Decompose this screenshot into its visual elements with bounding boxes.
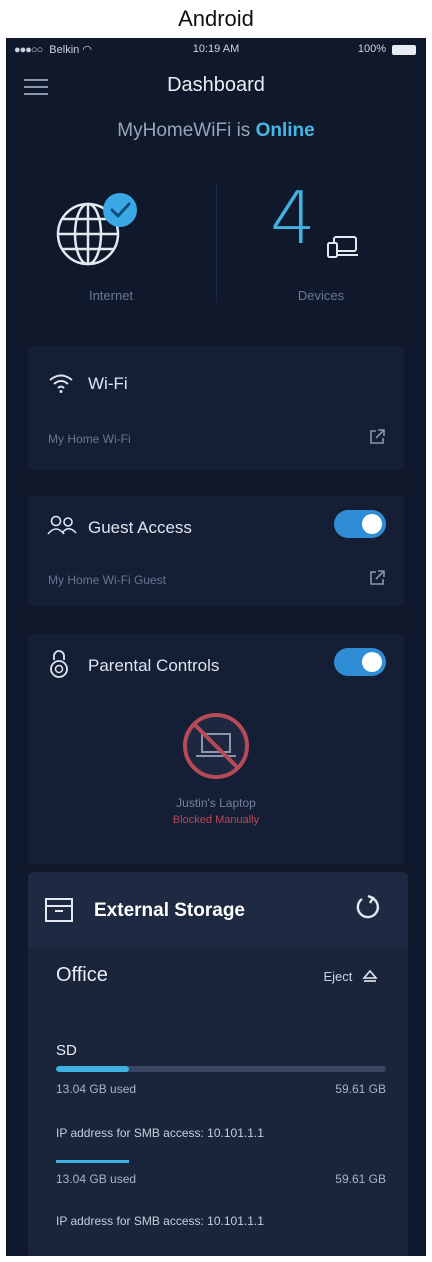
battery-percent: 100% <box>357 43 386 55</box>
blocked-laptop-icon[interactable] <box>176 706 256 786</box>
lock-icon <box>48 648 70 685</box>
refresh-icon[interactable] <box>354 894 380 925</box>
devices-count: 4 <box>270 176 316 260</box>
eject-icon <box>362 969 378 986</box>
summary-tiles: Internet Devices 4 <box>6 158 426 328</box>
guest-access-title: Guest Access <box>88 518 192 537</box>
wifi-card[interactable]: Wi-Fi My Home Wi-Fi <box>28 346 404 470</box>
storage-location: Office <box>56 964 108 986</box>
storage-title: External Storage <box>94 900 245 921</box>
online-status: Online <box>255 120 315 141</box>
drive-usage-bar <box>56 1066 386 1072</box>
drive-used-2: 13.04 GB used <box>56 1172 137 1186</box>
battery-icon <box>392 45 416 55</box>
network-name: MyHomeWiFi is <box>117 120 251 141</box>
drive-used: 13.04 GB used <box>56 1082 137 1096</box>
smb-ip-address: IP address for SMB access: 10.101.1.1 <box>56 1126 264 1140</box>
drive-usage-fill-2 <box>56 1160 129 1163</box>
drive-total-2: 59.61 GB <box>335 1172 386 1186</box>
devices-label: Devices <box>297 288 345 303</box>
platform-caption: Android <box>178 6 254 31</box>
toggle-knob <box>362 652 382 672</box>
storage-box-icon <box>44 896 74 929</box>
wifi-icon <box>48 372 74 399</box>
drive-usage-fill <box>56 1066 129 1072</box>
page-title: Dashboard <box>167 74 265 96</box>
guest-access-toggle[interactable] <box>334 510 386 538</box>
guest-network-name: My Home Wi-Fi Guest <box>48 573 167 587</box>
guest-users-icon <box>46 514 78 543</box>
external-link-icon[interactable] <box>368 569 386 592</box>
devices-tile[interactable]: Devices <box>216 158 426 328</box>
blocked-device-state: Blocked Manually <box>172 814 260 826</box>
internet-label: Internet <box>88 288 134 303</box>
external-link-icon[interactable] <box>368 428 386 451</box>
devices-icon <box>326 234 360 265</box>
smb-ip-address-2: IP address for SMB access: 10.101.1.1 <box>56 1214 264 1228</box>
eject-button[interactable]: Eject <box>323 969 378 986</box>
wifi-network-name: My Home Wi-Fi <box>48 432 131 446</box>
nav-bar: Dashboard <box>6 62 426 112</box>
parental-controls-card[interactable]: Parental Controls Justin's Laptop Blocke… <box>28 634 404 864</box>
network-status: MyHomeWiFi is Online <box>6 120 426 142</box>
wifi-title: Wi-Fi <box>88 374 128 393</box>
eject-label: Eject <box>323 969 353 984</box>
parental-controls-title: Parental Controls <box>88 656 220 675</box>
parental-controls-toggle[interactable] <box>334 648 386 676</box>
status-bar: ●●●○○ Belkin ◠ 10:19 AM 100% <box>6 38 426 62</box>
blocked-device-name: Justin's Laptop <box>176 796 256 810</box>
globe-icon <box>50 190 142 272</box>
second-drive-entry: 13.04 GB used 59.61 GB IP address for SM… <box>28 1160 408 1256</box>
drive-total: 59.61 GB <box>335 1082 386 1096</box>
storage-header: External Storage <box>28 872 408 948</box>
internet-tile[interactable]: Internet <box>6 158 216 328</box>
toggle-knob <box>362 514 382 534</box>
phone-screen: ●●●○○ Belkin ◠ 10:19 AM 100% Dashboard M… <box>6 38 426 1256</box>
drive-name: SD <box>56 1042 77 1059</box>
guest-access-card[interactable]: Guest Access My Home Wi-Fi Guest <box>28 496 404 606</box>
